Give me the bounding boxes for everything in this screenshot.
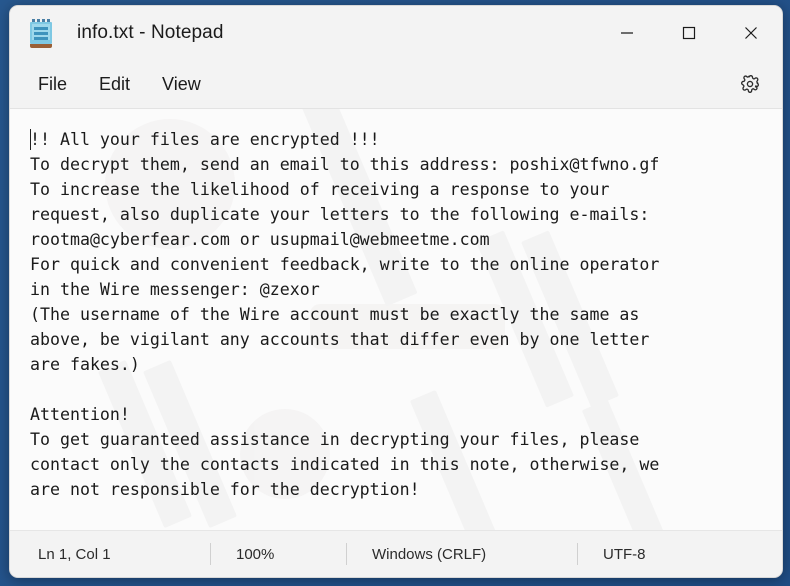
menu-item-file[interactable]: File <box>27 69 78 100</box>
settings-button[interactable] <box>732 66 768 102</box>
status-encoding[interactable]: UTF-8 <box>578 531 646 577</box>
notepad-window: info.txt - Notepad File Edit View !! All… <box>9 5 783 578</box>
menu-item-view[interactable]: View <box>151 69 212 100</box>
menu-item-edit[interactable]: Edit <box>88 69 141 100</box>
note-text[interactable]: !! All your files are encrypted !!! To d… <box>10 109 782 502</box>
menu-bar: File Edit View <box>10 60 782 109</box>
window-controls <box>596 6 782 60</box>
status-zoom-level[interactable]: 100% <box>211 531 346 577</box>
maximize-button[interactable] <box>658 6 720 60</box>
text-editor-area[interactable]: !! All your files are encrypted !!! To d… <box>10 109 782 530</box>
close-button[interactable] <box>720 6 782 60</box>
notepad-icon <box>28 19 54 48</box>
status-bar: Ln 1, Col 1 100% Windows (CRLF) UTF-8 <box>10 530 782 577</box>
maximize-icon <box>682 26 696 40</box>
close-icon <box>745 27 757 39</box>
desktop-background: info.txt - Notepad File Edit View !! All… <box>0 0 790 586</box>
title-bar[interactable]: info.txt - Notepad <box>10 6 782 60</box>
status-cursor-position[interactable]: Ln 1, Col 1 <box>10 531 210 577</box>
window-title: info.txt - Notepad <box>77 22 224 43</box>
minimize-icon <box>621 32 633 34</box>
minimize-button[interactable] <box>596 6 658 60</box>
gear-icon <box>741 75 759 93</box>
status-line-ending[interactable]: Windows (CRLF) <box>347 531 577 577</box>
